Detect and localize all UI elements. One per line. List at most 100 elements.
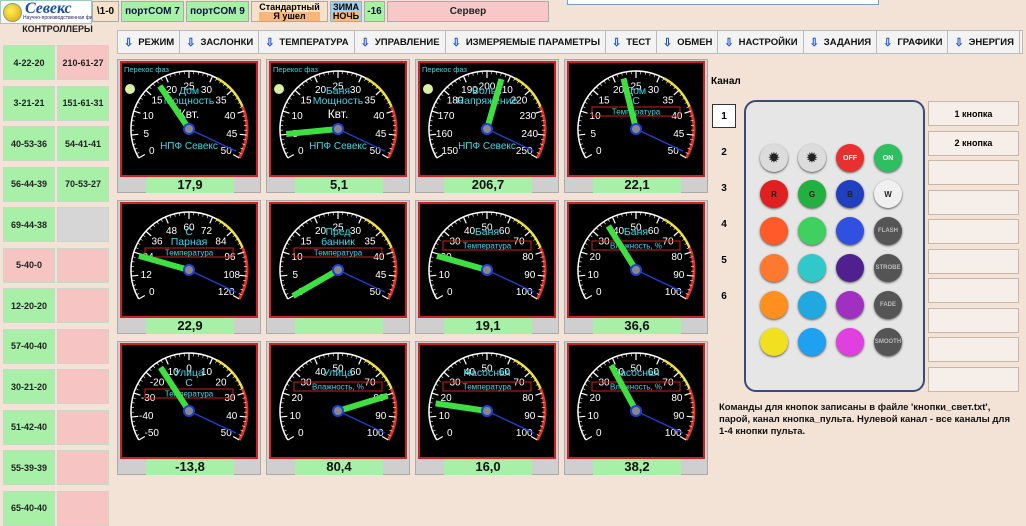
controller-cell[interactable]: 30-21-20 [3,369,55,404]
remote-color-button[interactable] [836,328,864,356]
controller-cell[interactable]: 3-21-21 [3,86,55,121]
channel-3-button[interactable]: 3 [712,176,736,200]
menu-item[interactable]: ⇩ТЕСТ [606,31,657,53]
controller-cell[interactable]: 55-39-39 [3,450,55,485]
remote-color-button[interactable] [760,254,788,282]
key-button[interactable] [928,160,1019,185]
controller-cell[interactable]: 4-22-20 [3,45,55,80]
menu-item[interactable]: ⇩ЗАДАНИЯ [804,31,878,53]
server-button[interactable]: Сервер [387,1,549,22]
remote-color-button[interactable] [798,291,826,319]
remote-color-button[interactable]: B [836,180,864,208]
gauge-face: 05101520253035404550ПредбанникТемператур… [269,202,407,318]
channel-6-button[interactable]: 6 [712,284,736,308]
brightness-up-button[interactable]: ✹ [760,144,788,172]
brightness-down-button[interactable]: ✹ [798,144,826,172]
gauge-tick-label: 10 [439,411,451,422]
gauge-tick [153,84,155,86]
controller-cell[interactable] [57,248,109,283]
remote-color-button[interactable] [760,217,788,245]
key-button[interactable] [928,308,1019,333]
controller-cell[interactable]: 70-53-27 [57,167,109,202]
gauge-arc [239,248,247,299]
key-button[interactable] [928,367,1019,392]
port-com9-button[interactable]: портCOM 9 [186,1,249,22]
menu-item[interactable]: ⇩УПРАВЛЕНИЕ [355,31,446,53]
remote-color-button[interactable]: R [760,180,788,208]
menu-item[interactable]: ⇩ЗАСЛОНКИ [180,31,259,53]
remote-color-button[interactable]: W [874,180,902,208]
channel-2-button[interactable]: 2 [712,140,736,164]
key-button[interactable]: 1 кнопка [928,101,1019,126]
remote-color-button[interactable] [836,254,864,282]
remote-color-button[interactable] [836,217,864,245]
controller-cell[interactable]: 57-40-40 [3,329,55,364]
menu-item[interactable]: ⇩ГРАФИКИ [877,31,948,53]
controller-cell[interactable]: 56-44-39 [3,167,55,202]
gauge-tick-label: 230 [520,111,537,122]
channel-5-button[interactable]: 5 [712,248,736,272]
menu-item[interactable]: ⇩ОБМЕН [657,31,719,53]
menu-item[interactable]: ⇩ИЗМЕРЯЕМЫЕ ПАРАМЕТРЫ [446,31,606,53]
menu-item[interactable]: ⇩НАСТРОЙКИ [718,31,803,53]
controller-cell[interactable]: 40-53-36 [3,126,55,161]
remote-color-button[interactable] [836,291,864,319]
channel-1-button[interactable]: 1 [712,104,736,128]
key-button[interactable] [928,249,1019,274]
on-button[interactable]: ON [874,144,902,172]
gauge-tick [459,78,460,81]
controller-cell[interactable]: 51-42-40 [3,410,55,445]
gauge-tick [596,228,598,230]
key-button[interactable] [928,219,1019,244]
gauge-tick [612,76,615,82]
controller-cell[interactable]: 5-40-0 [3,248,55,283]
menu-item[interactable]: ⇩ТЕМПЕРАТУРА [259,31,354,53]
remote-color-button[interactable]: STROBE [874,254,902,282]
remote-color-button[interactable]: SMOOTH [874,328,902,356]
key-button[interactable]: 2 кнопка [928,131,1019,156]
controller-cell[interactable] [57,288,109,323]
gauge-arc [686,107,694,158]
remote-color-button[interactable] [798,254,826,282]
controller-cell[interactable] [57,410,109,445]
menu-item[interactable]: ⇩РЕЖИМ [118,31,180,53]
gauge-label: Температура [612,108,661,117]
controller-cell[interactable] [57,369,109,404]
gauge-tick-label: 20 [215,378,227,389]
controller-cell[interactable] [57,491,109,526]
controller-cell[interactable] [57,329,109,364]
gauge-title: Баня [475,226,499,238]
gauge-tick [608,78,609,81]
menu-item[interactable]: ⇩ЭНЕРГИЯ [948,31,1020,53]
channel-4-button[interactable]: 4 [712,212,736,236]
gauge-needle [293,270,338,296]
port-com7-button[interactable]: портCOM 7 [121,1,184,22]
controller-cell[interactable]: 12-20-20 [3,288,55,323]
controller-cell[interactable] [57,207,109,242]
controller-cell[interactable]: 69-44-38 [3,207,55,242]
key-button[interactable] [928,337,1019,362]
gauge-tick [600,366,602,368]
remote-color-button[interactable]: FLASH [874,217,902,245]
season-button[interactable]: ЗИМАНОЧЬ [330,1,362,22]
gauge-tick-label: 250 [516,146,533,157]
mode-button[interactable]: СтандартныйЯ ушел [251,1,328,22]
gauge-tick [292,235,294,237]
down-arrow-icon: ⇩ [810,36,819,49]
key-button[interactable] [928,278,1019,303]
controller-cell[interactable]: 210-61-27 [57,45,109,80]
remote-color-button[interactable] [798,217,826,245]
controller-cell[interactable]: 151-61-31 [57,86,109,121]
gauge-tick [157,363,159,365]
off-button[interactable]: OFF [836,144,864,172]
gauge-tick [302,366,304,368]
remote-color-button[interactable] [760,291,788,319]
remote-color-button[interactable]: G [798,180,826,208]
controller-cell[interactable]: 54-41-41 [57,126,109,161]
controller-cell[interactable] [57,450,109,485]
key-button[interactable] [928,190,1019,215]
remote-color-button[interactable] [760,328,788,356]
remote-color-button[interactable] [798,328,826,356]
remote-color-button[interactable]: FADE [874,291,902,319]
controller-cell[interactable]: 65-40-40 [3,491,55,526]
